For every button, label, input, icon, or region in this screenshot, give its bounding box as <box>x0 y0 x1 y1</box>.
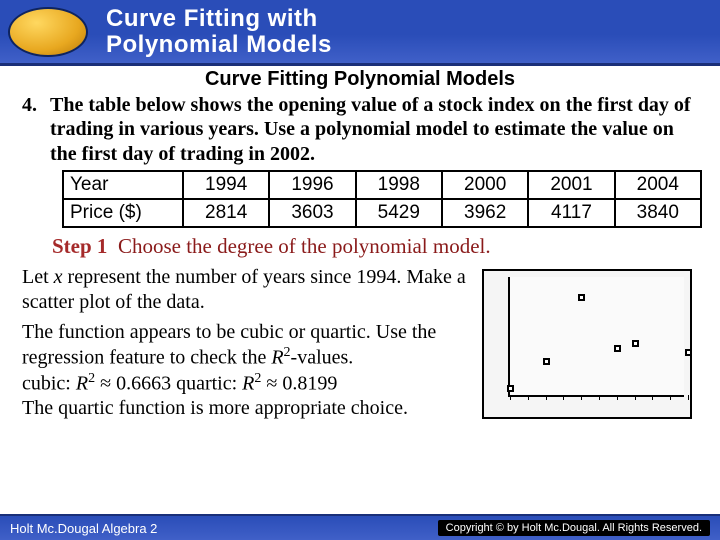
scatter-point <box>507 385 514 392</box>
table-row: Year 1994 1996 1998 2000 2001 2004 <box>63 171 701 199</box>
step-text: Choose the degree of the polynomial mode… <box>113 234 491 258</box>
row-label-year: Year <box>63 171 183 199</box>
scatter-point <box>578 294 585 301</box>
paragraph-1: Let x represent the number of years sinc… <box>22 265 472 314</box>
scatter-point <box>632 340 639 347</box>
cell: 1994 <box>183 171 269 199</box>
header-badge-icon <box>8 7 88 57</box>
slide-header: Curve Fitting with Polynomial Models <box>0 0 720 66</box>
plot-area <box>508 277 684 397</box>
footer-right: Copyright © by Holt Mc.Dougal. All Right… <box>438 520 710 536</box>
cell: 2814 <box>183 199 269 227</box>
data-table: Year 1994 1996 1998 2000 2001 2004 Price… <box>62 170 702 228</box>
cell: 5429 <box>356 199 442 227</box>
cell: 3603 <box>269 199 355 227</box>
cell: 4117 <box>528 199 614 227</box>
step-line: Step 1 Choose the degree of the polynomi… <box>52 234 698 259</box>
cell: 1996 <box>269 171 355 199</box>
cell: 3962 <box>442 199 528 227</box>
header-title: Curve Fitting with Polynomial Models <box>106 6 332 56</box>
body-columns: Let x represent the number of years sinc… <box>22 265 698 427</box>
cell: 2001 <box>528 171 614 199</box>
scatter-point <box>685 349 692 356</box>
problem-number: 4. <box>22 93 50 166</box>
table-row: Price ($) 2814 3603 5429 3962 4117 3840 <box>63 199 701 227</box>
problem-text: The table below shows the opening value … <box>50 93 698 166</box>
scatter-point <box>543 358 550 365</box>
subheading: Curve Fitting Polynomial Models <box>22 68 698 91</box>
header-title-line1: Curve Fitting with <box>106 6 332 31</box>
slide-content: Curve Fitting Polynomial Models 4. The t… <box>0 66 720 427</box>
slide-footer: Holt Mc.Dougal Algebra 2 Copyright © by … <box>0 514 720 540</box>
paragraph-2: The function appears to be cubic or quar… <box>22 320 472 421</box>
cell: 2000 <box>442 171 528 199</box>
variable-x: x <box>54 266 63 288</box>
cell: 3840 <box>615 199 701 227</box>
body-text: Let x represent the number of years sinc… <box>22 265 482 427</box>
footer-left: Holt Mc.Dougal Algebra 2 <box>10 521 157 536</box>
cell: 2004 <box>615 171 701 199</box>
cell: 1998 <box>356 171 442 199</box>
problem-block: 4. The table below shows the opening val… <box>22 93 698 166</box>
scatter-plot <box>482 269 692 419</box>
row-label-price: Price ($) <box>63 199 183 227</box>
header-title-line2: Polynomial Models <box>106 32 332 57</box>
step-label: Step 1 <box>52 234 107 258</box>
scatter-point <box>614 345 621 352</box>
